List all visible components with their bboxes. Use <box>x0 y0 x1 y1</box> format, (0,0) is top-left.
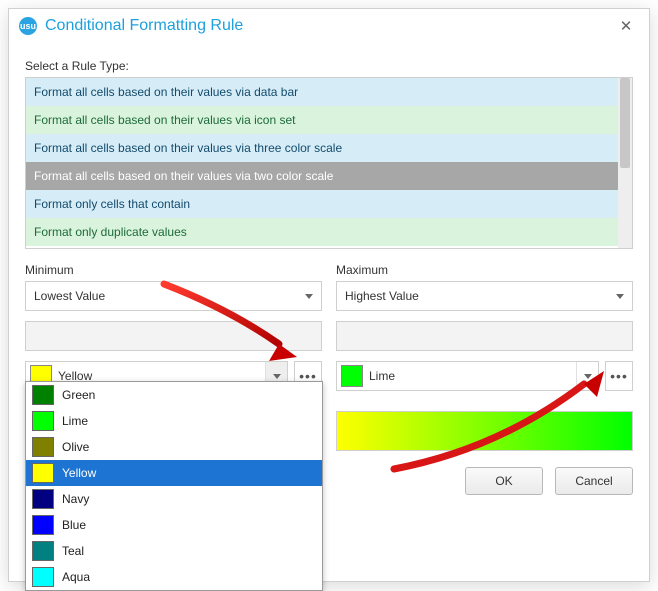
rule-list-scrollbar[interactable] <box>618 78 632 248</box>
gradient-preview <box>336 411 633 451</box>
rule-type-label: Select a Rule Type: <box>25 59 633 73</box>
color-option-swatch <box>32 411 54 431</box>
rule-type-item[interactable]: Format all cells based on their values v… <box>26 78 632 106</box>
titlebar: usu Conditional Formatting Rule ✕ <box>9 9 649 43</box>
chevron-down-icon <box>584 374 592 379</box>
scrollbar-thumb[interactable] <box>620 78 630 168</box>
color-option-swatch <box>32 385 54 405</box>
dialog-title: Conditional Formatting Rule <box>45 17 613 35</box>
rule-type-item[interactable]: Format only duplicate values <box>26 218 632 246</box>
color-option[interactable]: Yellow <box>26 460 322 486</box>
rule-type-list-wrap: Format all cells based on their values v… <box>25 77 633 249</box>
maximum-value-mode-combo[interactable]: Highest Value <box>336 281 633 311</box>
minimum-value-mode-text: Lowest Value <box>34 289 105 303</box>
color-option-swatch <box>32 463 54 483</box>
color-option[interactable]: Olive <box>26 434 322 460</box>
minimum-value-input[interactable] <box>25 321 322 351</box>
maximum-value-input[interactable] <box>336 321 633 351</box>
color-option-swatch <box>32 489 54 509</box>
color-option-label: Navy <box>62 492 89 506</box>
maximum-column: Maximum Highest Value Lime ••• <box>336 255 633 495</box>
chevron-down-icon <box>305 294 313 299</box>
dialog-buttons: OK Cancel <box>336 467 633 495</box>
color-option[interactable]: Green <box>26 382 322 408</box>
maximum-label: Maximum <box>336 263 633 277</box>
color-option-label: Blue <box>62 518 86 532</box>
chevron-down-icon <box>616 294 624 299</box>
maximum-color-swatch <box>341 365 363 387</box>
conditional-formatting-dialog: usu Conditional Formatting Rule ✕ Select… <box>8 8 650 582</box>
color-option-label: Yellow <box>62 466 96 480</box>
color-option-swatch <box>32 437 54 457</box>
close-button[interactable]: ✕ <box>613 13 639 39</box>
color-option-label: Teal <box>62 544 84 558</box>
maximum-value-mode-text: Highest Value <box>345 289 419 303</box>
maximum-color-row: Lime ••• <box>336 361 633 391</box>
color-option[interactable]: Teal <box>26 538 322 564</box>
color-option-swatch <box>32 515 54 535</box>
color-option[interactable]: Blue <box>26 512 322 538</box>
color-option[interactable]: Navy <box>26 486 322 512</box>
color-option[interactable]: Aqua <box>26 564 322 590</box>
maximum-color-more-button[interactable]: ••• <box>605 361 633 391</box>
color-option-label: Green <box>62 388 95 402</box>
maximum-color-combo[interactable]: Lime <box>336 361 599 391</box>
maximum-color-name: Lime <box>369 369 395 383</box>
maximum-color-dropdown-button[interactable] <box>576 362 598 390</box>
rule-type-list[interactable]: Format all cells based on their values v… <box>25 77 633 249</box>
minimum-value-mode-combo[interactable]: Lowest Value <box>25 281 322 311</box>
color-option-swatch <box>32 541 54 561</box>
minimum-label: Minimum <box>25 263 322 277</box>
rule-type-item[interactable]: Format all cells based on their values v… <box>26 134 632 162</box>
chevron-down-icon <box>273 374 281 379</box>
rule-type-item[interactable]: Format all cells based on their values v… <box>26 162 632 190</box>
color-option-label: Olive <box>62 440 89 454</box>
app-icon: usu <box>19 17 37 35</box>
color-option[interactable]: Lime <box>26 408 322 434</box>
color-option-label: Lime <box>62 414 88 428</box>
rule-type-item[interactable]: Format all cells based on their values v… <box>26 106 632 134</box>
gradient-preview-fill <box>337 412 632 450</box>
rule-type-item[interactable]: Format only cells that contain <box>26 190 632 218</box>
cancel-button[interactable]: Cancel <box>555 467 633 495</box>
color-option-swatch <box>32 567 54 587</box>
color-option-label: Aqua <box>62 570 90 584</box>
minimum-color-dropdown-list[interactable]: Green Lime Olive Yellow Navy Blue Teal Aqua <box>25 381 323 591</box>
ok-button[interactable]: OK <box>465 467 543 495</box>
